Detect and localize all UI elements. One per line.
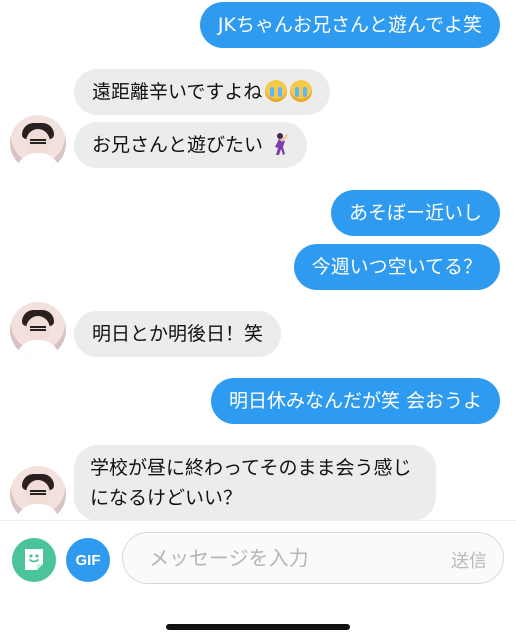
avatar[interactable]: [10, 302, 66, 358]
gif-button[interactable]: GIF: [66, 538, 110, 582]
home-indicator: [166, 624, 350, 630]
message-bubble-received[interactable]: お兄さんと遊びたい: [74, 122, 308, 168]
message-bubble-sent[interactable]: 明日休みなんだが笑 会おうよ: [210, 378, 500, 424]
message-text: JKちゃんお兄さんと遊んでよ笑: [217, 14, 482, 36]
message-text: 明日とか明後日！笑: [92, 323, 264, 345]
message-bubble-received[interactable]: 遠距離辛いですよね: [74, 69, 331, 115]
message-text: あそぼー近いし: [348, 202, 482, 224]
message-bubble-sent[interactable]: あそぼー近いし: [330, 190, 500, 236]
message-text: 明日休みなんだが笑 会おうよ: [228, 390, 482, 412]
message-text: 今週いつ空いてる？: [311, 256, 482, 278]
message-text: お兄さんと遊びたい: [92, 134, 264, 156]
message-text: 学校が昼に終わってそのまま会う感じになるけどいい？: [90, 457, 412, 509]
send-button[interactable]: 送信: [451, 547, 487, 573]
avatar[interactable]: [10, 115, 66, 171]
message-bubble-received[interactable]: 明日とか明後日！笑: [74, 311, 282, 357]
message-bubble-received[interactable]: 学校が昼に終わってそのまま会う感じになるけどいい？: [74, 445, 436, 520]
loudly-crying-face-icon: [290, 79, 313, 102]
message-text: 遠距離辛いですよね: [92, 81, 263, 103]
sticker-icon: [25, 549, 43, 570]
message-input-container[interactable]: 送信: [122, 532, 504, 584]
dancer-icon: [275, 132, 289, 155]
avatar[interactable]: [10, 466, 66, 520]
gif-label: GIF: [75, 551, 101, 569]
sticker-button[interactable]: [12, 538, 56, 582]
message-bubble-sent[interactable]: JKちゃんお兄さんと遊んでよ笑: [199, 2, 500, 48]
message-bubble-sent[interactable]: 今週いつ空いてる？: [293, 244, 500, 290]
loudly-crying-face-icon: [265, 79, 288, 102]
message-composer: GIF 送信: [0, 520, 516, 640]
message-thread[interactable]: JKちゃんお兄さんと遊んでよ笑 遠距離辛いですよね お兄さんと遊びたい あそぼー…: [0, 0, 516, 520]
message-input[interactable]: [149, 543, 419, 573]
